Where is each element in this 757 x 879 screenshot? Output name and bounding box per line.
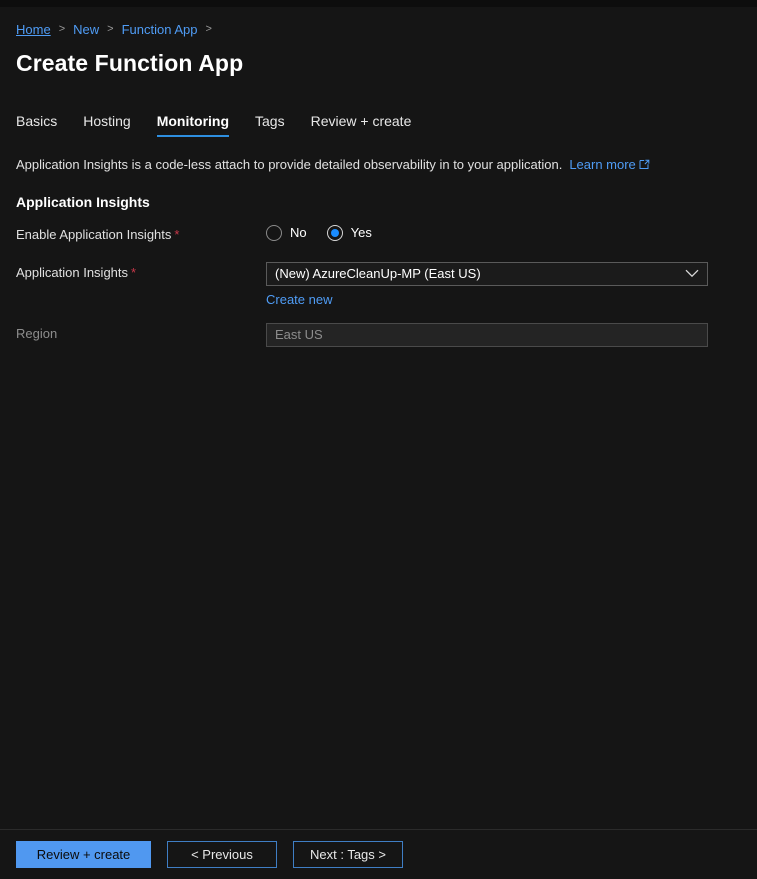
required-asterisk: * — [174, 226, 180, 242]
tab-monitoring[interactable]: Monitoring — [144, 113, 242, 137]
label-enable-app-insights-text: Enable Application Insights — [16, 226, 172, 242]
description-text: Application Insights is a code-less atta… — [16, 156, 741, 176]
radio-option-no[interactable]: No — [266, 224, 307, 241]
label-region: Region — [16, 325, 58, 341]
field-enable-app-insights: No Yes — [266, 224, 708, 241]
tab-bar: Basics Hosting Monitoring Tags Review + … — [16, 107, 741, 137]
tab-review-create[interactable]: Review + create — [298, 113, 425, 137]
breadcrumb-separator: > — [58, 22, 66, 35]
form-row-app-insights: Application Insights * (New) AzureCleanUp… — [16, 261, 741, 309]
breadcrumb-separator: > — [107, 22, 114, 35]
breadcrumb-separator: > — [205, 22, 212, 35]
radio-group-enable-app-insights: No Yes — [266, 224, 708, 241]
radio-label-yes: Yes — [350, 225, 372, 241]
field-app-insights: (New) AzureCleanUp-MP (East US) Create n… — [266, 261, 708, 309]
form-row-region: Region East US — [16, 322, 741, 347]
tab-hosting[interactable]: Hosting — [70, 113, 143, 137]
review-create-button[interactable]: Review + create — [16, 841, 151, 868]
chevron-down-icon — [685, 265, 699, 283]
page-content: Home > New > Function App > Create Funct… — [0, 7, 757, 829]
field-region: East US — [266, 322, 708, 347]
learn-more-label: Learn more — [569, 157, 636, 172]
breadcrumb-item-function-app[interactable]: Function App — [122, 22, 198, 37]
top-strip — [0, 0, 757, 7]
page-title: Create Function App — [16, 50, 244, 76]
radio-label-no: No — [290, 225, 307, 241]
description-body: Application Insights is a code-less atta… — [16, 157, 563, 172]
label-enable-app-insights: Enable Application Insights * — [16, 224, 266, 244]
label-app-insights: Application Insights * — [16, 262, 266, 282]
app-insights-selected-value: (New) AzureCleanUp-MP (East US) — [275, 266, 481, 282]
label-app-insights-text: Application Insights — [16, 264, 129, 280]
next-tags-button[interactable]: Next : Tags > — [293, 841, 403, 868]
region-input: East US — [266, 322, 708, 347]
breadcrumb-item-home[interactable]: Home — [16, 22, 51, 37]
create-new-app-insights-link[interactable]: Create new — [266, 292, 332, 307]
previous-button[interactable]: < Previous — [167, 841, 277, 868]
breadcrumb-item-new[interactable]: New — [73, 22, 99, 37]
learn-more-link[interactable]: Learn more — [569, 157, 650, 172]
radio-dot-yes — [330, 228, 339, 237]
radio-option-yes[interactable]: Yes — [326, 224, 372, 241]
required-asterisk: * — [131, 264, 137, 280]
create-function-app-page: Home > New > Function App > Create Funct… — [0, 0, 757, 879]
tab-tags[interactable]: Tags — [242, 113, 298, 137]
radio-circle-no[interactable] — [266, 224, 282, 241]
tab-basics[interactable]: Basics — [16, 113, 70, 137]
breadcrumb: Home > New > Function App > — [16, 16, 741, 42]
form-row-enable-app-insights: Enable Application Insights * No Yes — [16, 224, 741, 248]
external-link-icon — [639, 157, 650, 176]
radio-circle-yes[interactable] — [326, 224, 343, 241]
page-footer: Review + create < Previous Next : Tags > — [0, 829, 757, 879]
section-heading-application-insights: Application Insights — [16, 193, 150, 210]
app-insights-select[interactable]: (New) AzureCleanUp-MP (East US) — [266, 261, 708, 286]
